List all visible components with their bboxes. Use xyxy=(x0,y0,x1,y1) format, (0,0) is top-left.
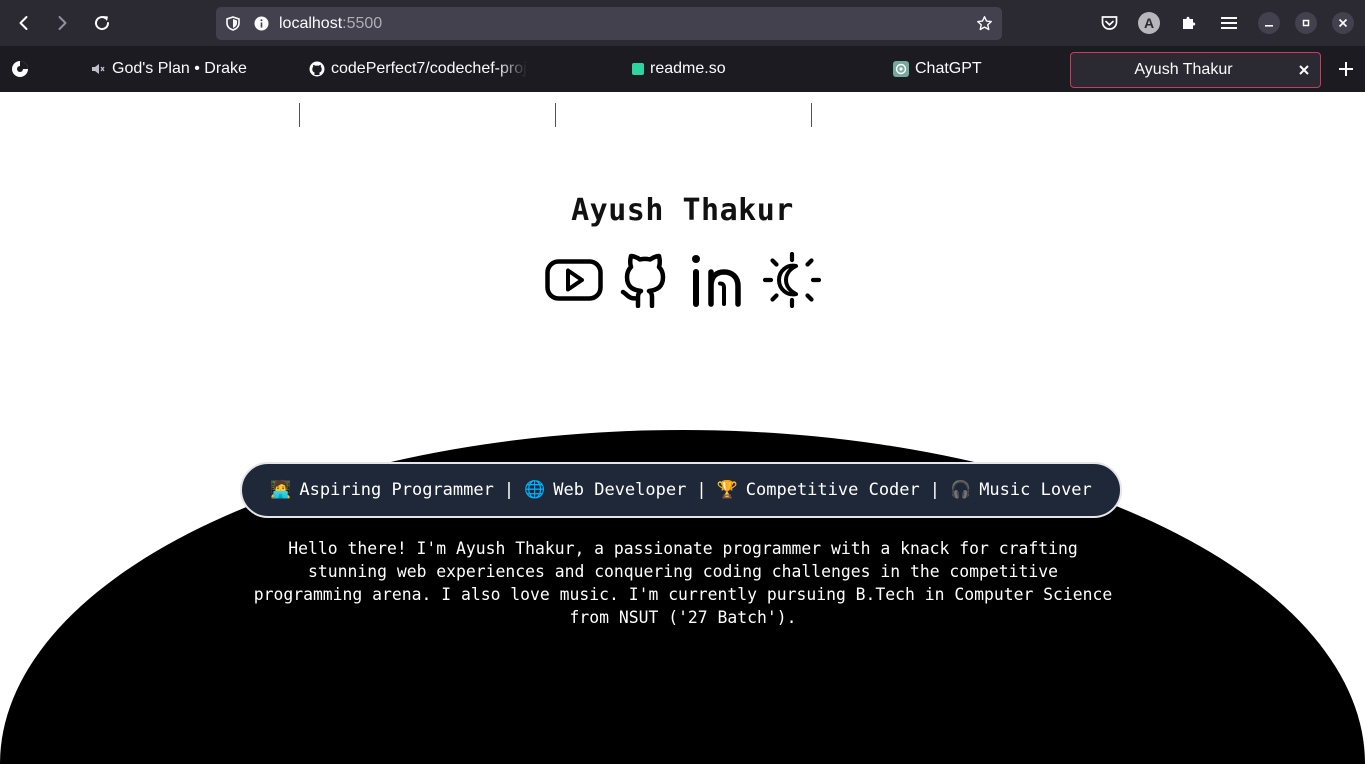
url-host: localhost xyxy=(279,15,343,32)
tab-codechef-project[interactable]: codePerfect7/codechef-proj xyxy=(309,52,539,86)
readme-icon xyxy=(632,63,644,75)
tab-separator xyxy=(811,103,812,127)
youtube-link[interactable] xyxy=(545,252,603,313)
back-button[interactable] xyxy=(12,11,36,35)
account-button[interactable]: A xyxy=(1137,11,1161,35)
tagline-item: Web Developer xyxy=(553,480,687,500)
info-icon[interactable] xyxy=(254,16,269,31)
tagline-separator: | xyxy=(696,480,707,500)
tab-ayush-thakur-active[interactable]: Ayush Thakur xyxy=(1070,52,1321,88)
minimize-icon xyxy=(1265,25,1273,27)
close-window-button[interactable] xyxy=(1332,12,1354,34)
tab-label: codePerfect7/codechef-proj xyxy=(331,60,527,77)
headphone-emoji: 🎧 xyxy=(950,480,972,500)
tab-readme-so[interactable]: readme.so xyxy=(632,52,802,86)
firefox-view-icon xyxy=(12,61,28,77)
tagline-item: Aspiring Programmer xyxy=(299,480,494,500)
github-link[interactable] xyxy=(617,252,673,313)
bookmark-star-icon[interactable] xyxy=(976,15,993,32)
forward-arrow-icon xyxy=(58,16,67,30)
reload-icon xyxy=(95,16,110,31)
back-arrow-icon xyxy=(19,16,28,30)
browser-toolbar: localhost:5500 A xyxy=(0,0,1365,46)
page-title: Ayush Thakur xyxy=(571,193,794,228)
pocket-button[interactable] xyxy=(1097,11,1121,35)
puzzle-piece-icon xyxy=(1183,16,1196,29)
chatgpt-icon xyxy=(893,61,909,77)
tab-separator xyxy=(555,103,556,127)
maximize-button[interactable] xyxy=(1295,12,1317,34)
theme-toggle-button[interactable] xyxy=(762,251,822,313)
extensions-button[interactable] xyxy=(1177,11,1201,35)
linkedin-icon xyxy=(692,255,741,307)
youtube-icon xyxy=(545,259,603,301)
github-icon xyxy=(620,253,666,309)
close-tab-icon[interactable] xyxy=(1298,64,1310,76)
tagline-pill: 🧑‍💻 Aspiring Programmer | 🌐 Web Develope… xyxy=(240,462,1122,518)
tab-separator xyxy=(299,103,300,127)
new-tab-button[interactable] xyxy=(1334,57,1358,81)
pocket-icon xyxy=(1101,16,1117,30)
speaker-muted-icon xyxy=(92,64,105,74)
tagline-item: Competitive Coder xyxy=(745,480,920,500)
reload-button[interactable] xyxy=(90,11,114,35)
shield-icon[interactable] xyxy=(226,16,240,31)
forward-button[interactable] xyxy=(50,11,74,35)
tab-strip: God's Plan • Drake codePerfect7/codechef… xyxy=(0,46,1365,127)
tagline-item: Music Lover xyxy=(979,480,1092,500)
plus-icon xyxy=(1339,62,1353,76)
bio-paragraph: Hello there! I'm Ayush Thakur, a passion… xyxy=(253,539,1113,627)
close-icon xyxy=(1338,18,1348,28)
maximize-icon xyxy=(1302,19,1310,27)
url-text[interactable]: localhost:5500 xyxy=(279,15,382,33)
tagline-separator: | xyxy=(503,480,515,500)
trophy-emoji: 🏆 xyxy=(716,480,738,500)
url-port: :5500 xyxy=(342,15,383,32)
tab-label: readme.so xyxy=(650,60,726,77)
avatar: A xyxy=(1138,12,1160,34)
tab-gods-plan[interactable]: God's Plan • Drake xyxy=(90,52,290,86)
tab-label: God's Plan • Drake xyxy=(112,60,247,77)
tab-label: Ayush Thakur xyxy=(1134,61,1233,78)
address-bar[interactable]: localhost:5500 xyxy=(216,7,1002,40)
firefox-view-button[interactable] xyxy=(8,57,32,81)
menu-button[interactable] xyxy=(1217,11,1241,35)
minimize-button[interactable] xyxy=(1258,12,1280,34)
globe-emoji: 🌐 xyxy=(524,480,546,500)
tab-chatgpt[interactable]: ChatGPT xyxy=(893,52,1053,86)
hamburger-menu-icon xyxy=(1221,17,1237,29)
theme-toggle-icon xyxy=(762,251,822,309)
programmer-emoji: 🧑‍💻 xyxy=(270,480,292,500)
linkedin-link[interactable] xyxy=(689,252,747,313)
github-icon xyxy=(309,61,325,77)
tab-label: ChatGPT xyxy=(915,60,982,77)
avatar-initial: A xyxy=(1143,15,1155,31)
tagline-separator: | xyxy=(929,480,941,500)
